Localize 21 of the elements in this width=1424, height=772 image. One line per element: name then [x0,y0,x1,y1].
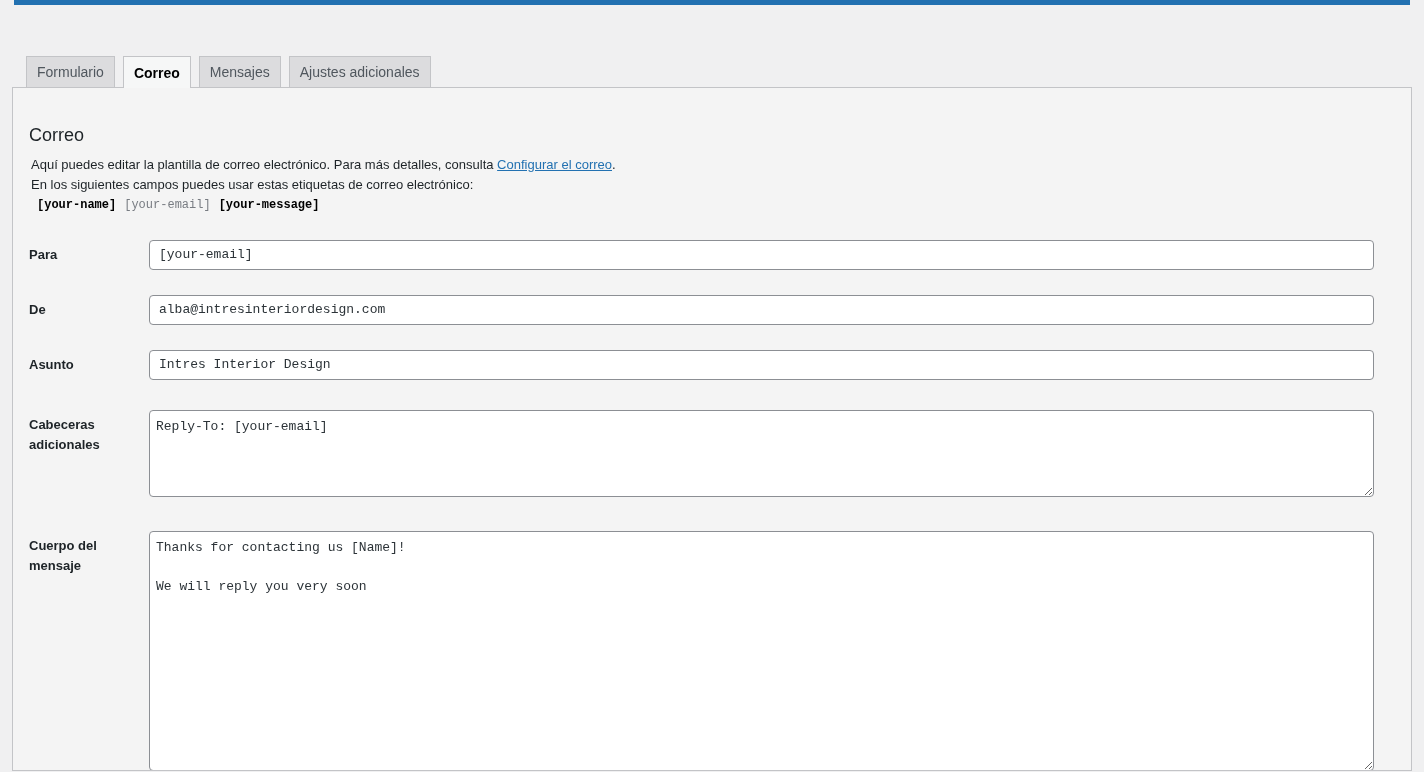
field-label: Cuerpo del mensaje [29,536,98,575]
field-label: Cabeceras adicionales [29,415,101,454]
mail-tag: [your-name] [37,194,117,215]
field-label: Para [29,245,59,264]
mail-tag: [your-message] [218,194,320,215]
text-field[interactable]: [your-email] [149,239,1374,270]
tab[interactable]: Formulario [26,56,115,87]
tab[interactable]: Mensajes [198,56,281,87]
mail-tag: [your-email] [124,194,211,215]
tags-note: En los siguientes campos puedes usar estas etiquetas de correo electrónico: [31,175,475,194]
section-heading: Correo [29,125,86,147]
text-field[interactable]: alba@intresinteriordesign.com [149,294,1374,325]
text-area[interactable]: Thanks for contacting us [Name]! We will reply you very soon [149,530,1374,770]
text-area[interactable]: Reply-To: [your-email] [149,409,1374,497]
intro-text: Aquí puedes editar la plantilla de correo electrónico. Para más detalles, consulta Configurar el correo. [31,155,617,174]
configure-mail-link[interactable]: Configurar el correo [497,156,612,172]
field-label: De [29,300,47,319]
tab[interactable]: Correo [122,56,191,88]
tab[interactable]: Ajustes adicionales [288,56,431,87]
field-label: Asunto [29,355,75,374]
text-field[interactable]: Intres Interior Design [149,349,1374,380]
